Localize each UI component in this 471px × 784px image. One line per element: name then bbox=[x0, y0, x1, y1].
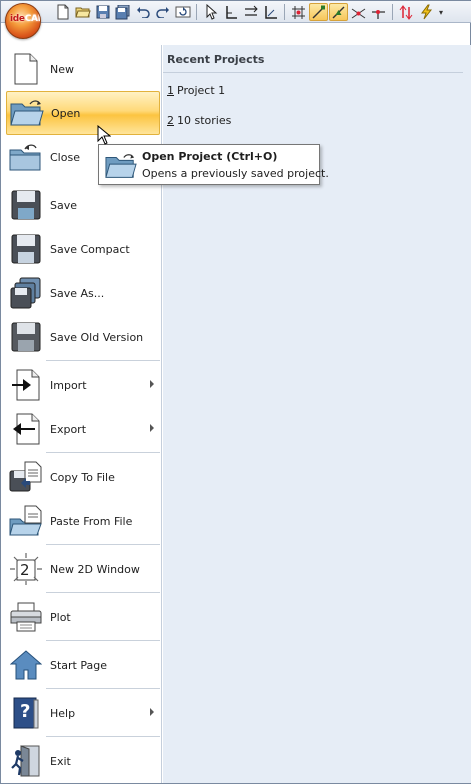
track-icon[interactable] bbox=[241, 3, 260, 21]
copy-to-file-icon bbox=[9, 460, 43, 494]
menu-item-paste-from-file[interactable]: Paste From File bbox=[6, 499, 160, 543]
menu-item-exit[interactable]: Exit bbox=[6, 739, 160, 783]
menu-item-label: Import bbox=[50, 378, 87, 392]
application-menu-button[interactable]: ideCAD bbox=[5, 3, 41, 39]
recent-projects-title: Recent Projects bbox=[167, 53, 265, 66]
toolbar-separator bbox=[196, 4, 197, 20]
ortho-icon[interactable] bbox=[221, 3, 240, 21]
save-disk-icon bbox=[9, 188, 43, 222]
new-icon[interactable] bbox=[53, 3, 72, 21]
save-as-icon bbox=[9, 276, 43, 310]
open-project-tooltip: Open Project (Ctrl+O) Opens a previously… bbox=[98, 144, 329, 185]
recent-projects-header: Recent Projects bbox=[163, 45, 463, 73]
menu-separator bbox=[46, 544, 160, 545]
toolbar-separator bbox=[392, 4, 393, 20]
menu-item-label: Close bbox=[50, 150, 80, 164]
paste-from-file-icon bbox=[9, 504, 43, 538]
redo-icon[interactable] bbox=[153, 3, 172, 21]
toolbar-separator bbox=[284, 4, 285, 20]
axis-icon[interactable] bbox=[261, 3, 280, 21]
submenu-arrow-icon bbox=[150, 380, 154, 388]
menu-separator bbox=[46, 592, 160, 593]
close-folder-icon bbox=[9, 140, 43, 174]
save-all-icon[interactable] bbox=[113, 3, 132, 21]
menu-separator bbox=[46, 360, 160, 361]
menu-item-help[interactable]: ? Help bbox=[6, 691, 160, 735]
tooltip-description: Opens a previously saved project. bbox=[142, 167, 329, 180]
select-icon[interactable] bbox=[201, 3, 220, 21]
save-compact-icon bbox=[9, 232, 43, 266]
submenu-arrow-icon bbox=[150, 424, 154, 432]
menu-item-label: Save Old Version bbox=[50, 330, 144, 344]
mid-snap-icon[interactable] bbox=[329, 3, 348, 21]
end-snap-icon[interactable] bbox=[309, 3, 328, 21]
menu-item-start-page[interactable]: Start Page bbox=[6, 643, 160, 687]
save-icon[interactable] bbox=[93, 3, 112, 21]
quick-access-toolbar: ▾ bbox=[1, 1, 471, 23]
refresh-icon[interactable] bbox=[173, 3, 192, 21]
recent-project-number: 2 bbox=[167, 114, 174, 127]
open-icon[interactable] bbox=[73, 3, 92, 21]
menu-separator bbox=[46, 688, 160, 689]
menu-item-label: Plot bbox=[50, 610, 71, 624]
menu-item-label: Open bbox=[51, 106, 81, 120]
recent-project-name: Project 1 bbox=[177, 84, 226, 97]
save-old-icon bbox=[9, 320, 43, 354]
lightning-icon[interactable] bbox=[417, 3, 436, 21]
open-folder-icon bbox=[105, 151, 137, 181]
menu-item-import[interactable]: Import bbox=[6, 363, 160, 407]
open-folder-icon bbox=[10, 96, 44, 130]
menu-separator bbox=[46, 452, 160, 453]
undo-icon[interactable] bbox=[133, 3, 152, 21]
toolbar-icons: ▾ bbox=[53, 3, 443, 21]
tooltip-title: Open Project (Ctrl+O) bbox=[142, 150, 278, 163]
home-icon bbox=[9, 648, 43, 682]
new-file-icon bbox=[9, 52, 43, 86]
recent-project-item[interactable]: 1 Project 1 bbox=[167, 84, 225, 97]
menu-item-label: Export bbox=[50, 422, 87, 436]
mouse-cursor-icon bbox=[97, 124, 112, 145]
menu-item-label: Save bbox=[50, 198, 78, 212]
cross-snap-icon[interactable] bbox=[349, 3, 368, 21]
menu-separator bbox=[46, 736, 160, 737]
import-icon bbox=[9, 368, 43, 402]
application-window: ▾ ideCAD New Open Close bbox=[0, 0, 471, 784]
menu-item-new-2d-window[interactable]: 2 New 2D Window bbox=[6, 547, 160, 591]
menu-item-export[interactable]: Export bbox=[6, 407, 160, 451]
arrows-icon[interactable] bbox=[397, 3, 416, 21]
recent-project-item[interactable]: 2 10 stories bbox=[167, 114, 231, 127]
submenu-arrow-icon bbox=[150, 708, 154, 716]
menu-item-label: New bbox=[50, 62, 74, 76]
menu-item-label: Exit bbox=[50, 754, 71, 768]
new-2d-window-icon: 2 bbox=[9, 552, 43, 586]
menu-item-label: Help bbox=[50, 706, 76, 720]
menu-item-label: Save Compact bbox=[50, 242, 130, 256]
help-book-icon: ? bbox=[9, 696, 43, 730]
menu-separator bbox=[46, 640, 160, 641]
menu-item-save-old-version[interactable]: Save Old Version bbox=[6, 315, 160, 359]
menu-item-new[interactable]: New bbox=[6, 47, 160, 91]
printer-icon bbox=[9, 600, 43, 634]
menu-item-copy-to-file[interactable]: Copy To File bbox=[6, 455, 160, 499]
menu-item-plot[interactable]: Plot bbox=[6, 595, 160, 639]
menu-item-label: Copy To File bbox=[50, 470, 115, 484]
export-icon bbox=[9, 412, 43, 446]
toolbar-dropdown-icon[interactable]: ▾ bbox=[439, 8, 443, 17]
menu-item-label: New 2D Window bbox=[50, 562, 140, 576]
menu-item-save-as[interactable]: Save As... bbox=[6, 271, 160, 315]
menu-item-save-compact[interactable]: Save Compact bbox=[6, 227, 160, 271]
menu-item-open[interactable]: Open bbox=[6, 91, 160, 135]
recent-project-name: 10 stories bbox=[177, 114, 232, 127]
menu-item-label: Start Page bbox=[50, 658, 107, 672]
perp-snap-icon[interactable] bbox=[369, 3, 388, 21]
exit-door-icon bbox=[9, 744, 43, 778]
grid-snap-icon[interactable] bbox=[289, 3, 308, 21]
menu-item-label: Paste From File bbox=[50, 514, 133, 528]
recent-project-number: 1 bbox=[167, 84, 174, 97]
menu-item-label: Save As... bbox=[50, 286, 105, 300]
app-logo: ideCAD bbox=[10, 14, 40, 24]
menu-item-save[interactable]: Save bbox=[6, 183, 160, 227]
